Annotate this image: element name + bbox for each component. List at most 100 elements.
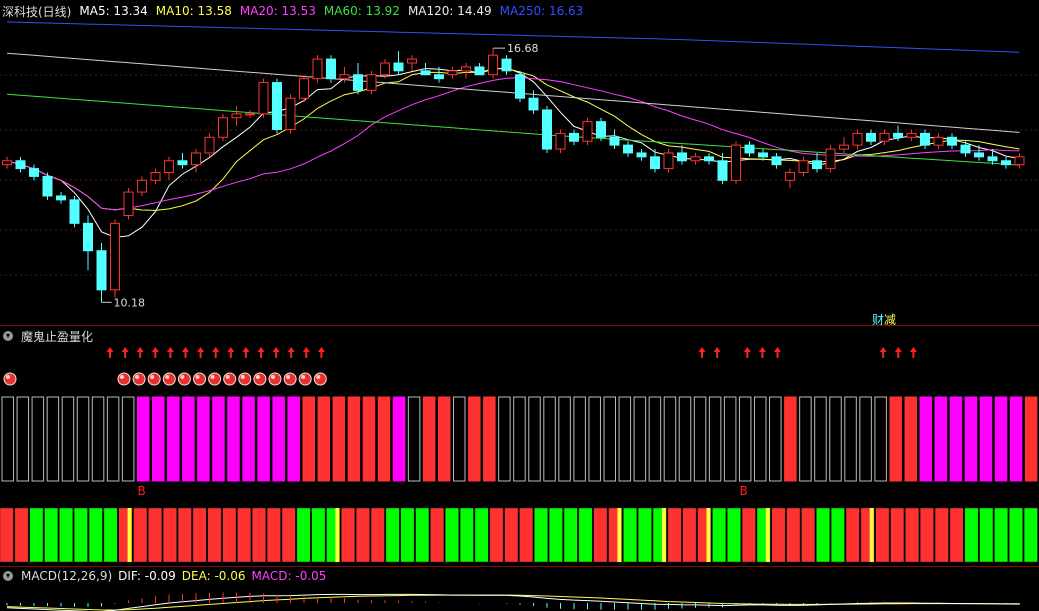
candle-body bbox=[164, 160, 174, 173]
volume-signal-bar bbox=[207, 507, 222, 563]
signal-ball-highlight bbox=[180, 375, 185, 379]
indicator-bar bbox=[603, 396, 616, 482]
volume-signal-bar bbox=[430, 507, 445, 563]
signal-ball-icon bbox=[147, 372, 161, 386]
volume-signal-bar bbox=[133, 507, 148, 563]
indicator-bar bbox=[964, 396, 978, 482]
volume-signal-bar bbox=[192, 507, 207, 563]
indicator-bar bbox=[618, 396, 632, 482]
candle-body bbox=[434, 74, 444, 80]
indicator-bar bbox=[91, 396, 105, 482]
candle-body bbox=[15, 160, 26, 170]
indicator-bar bbox=[392, 396, 406, 482]
volume-signal-bar bbox=[504, 507, 519, 563]
candle-body bbox=[663, 152, 674, 170]
indicator-bar bbox=[754, 396, 767, 482]
volume-signal-bar bbox=[222, 507, 237, 563]
indicator-highlight-stripe bbox=[617, 508, 622, 562]
volume-signal-bar bbox=[578, 507, 593, 563]
up-arrow-icon bbox=[713, 347, 721, 358]
volume-signal-bar bbox=[237, 507, 252, 563]
candle-body bbox=[123, 191, 134, 217]
ma60-label: MA60: 13.92 bbox=[323, 4, 400, 18]
candle-body bbox=[42, 175, 53, 197]
indicator-bar bbox=[182, 396, 195, 482]
candle-body bbox=[623, 144, 633, 154]
collapse-icon[interactable]: ▾ bbox=[3, 331, 13, 341]
up-arrow-icon bbox=[302, 347, 310, 358]
up-arrow-icon bbox=[197, 347, 205, 358]
high-price-label: 16.68 bbox=[507, 42, 539, 55]
candle-body bbox=[447, 70, 458, 76]
up-arrow-icon bbox=[909, 347, 917, 358]
candle-body bbox=[272, 82, 282, 130]
indicator-bar bbox=[136, 396, 150, 482]
up-arrow-icon bbox=[774, 347, 781, 358]
indicator-bar bbox=[889, 396, 902, 482]
volume-signal-bar bbox=[623, 507, 637, 563]
signal-ball-icon bbox=[193, 372, 206, 386]
signal-ball-icon bbox=[298, 372, 312, 386]
indicator-bar bbox=[678, 396, 692, 482]
signal-ball-highlight bbox=[120, 375, 124, 379]
volume-signal-bar bbox=[519, 507, 534, 563]
volume-signal-bar bbox=[415, 507, 430, 563]
collapse-icon[interactable]: ▾ bbox=[3, 571, 13, 581]
indicator-bar bbox=[227, 396, 240, 482]
indicator-bar bbox=[362, 396, 376, 482]
macd-value: MACD: -0.05 bbox=[251, 569, 327, 583]
volume-signal-bar bbox=[875, 507, 890, 563]
candle-body bbox=[299, 78, 309, 99]
candle-body bbox=[407, 58, 417, 64]
candle-body bbox=[380, 62, 390, 76]
candle-body bbox=[825, 148, 836, 170]
volume-signal-bar bbox=[682, 507, 697, 563]
candle-body bbox=[758, 152, 768, 158]
indicator-bar bbox=[513, 396, 526, 482]
indicator-highlight-stripe bbox=[765, 508, 770, 562]
volume-signal-bar bbox=[266, 507, 281, 563]
macd-chart[interactable] bbox=[0, 585, 1039, 611]
candle-body bbox=[353, 74, 363, 91]
volume-signal-bar bbox=[14, 507, 29, 563]
volume-signal-bar bbox=[949, 507, 964, 563]
volume-signal-bar bbox=[830, 507, 845, 563]
signal-ball-highlight bbox=[195, 375, 200, 379]
candlestick-chart[interactable]: 16.68 10.18 bbox=[0, 20, 1039, 325]
indicator-bar bbox=[347, 396, 361, 482]
candle-body bbox=[204, 136, 215, 154]
up-arrow-icon bbox=[227, 347, 235, 358]
indicator-bar bbox=[874, 396, 887, 482]
indicator-bar bbox=[483, 396, 496, 482]
indicator-bar bbox=[317, 396, 331, 482]
indicator-bar bbox=[558, 396, 571, 482]
candle-body bbox=[258, 82, 269, 115]
signal-ball-highlight bbox=[150, 375, 155, 379]
volume-signal-bar bbox=[311, 507, 326, 563]
volume-signal-bar bbox=[148, 507, 163, 563]
indicator-bar bbox=[453, 396, 466, 482]
candle-body bbox=[474, 66, 485, 76]
candle-body bbox=[650, 156, 660, 170]
candle-body bbox=[218, 117, 228, 138]
candle-body bbox=[461, 66, 471, 72]
indicator-bar bbox=[979, 396, 993, 482]
up-arrow-icon bbox=[166, 347, 174, 358]
up-arrow-icon bbox=[758, 347, 766, 358]
indicator-bar bbox=[949, 396, 963, 482]
candle-body bbox=[596, 121, 606, 138]
indicator-chart[interactable]: BB bbox=[0, 341, 1039, 576]
indicator-bar bbox=[663, 396, 677, 482]
macd-label[interactable]: MACD(12,26,9) bbox=[21, 569, 112, 583]
up-arrow-icon bbox=[317, 347, 325, 358]
indicator-bar bbox=[769, 396, 782, 482]
candle-body bbox=[839, 144, 849, 150]
volume-signal-bar bbox=[103, 507, 118, 563]
indicator-bar bbox=[1009, 396, 1023, 482]
candle-body bbox=[542, 109, 552, 150]
candle-body bbox=[677, 152, 687, 162]
buy-signal-mark: B bbox=[739, 484, 747, 498]
signal-ball-highlight bbox=[210, 375, 215, 379]
candle-body bbox=[69, 199, 80, 224]
volume-signal-bar bbox=[370, 507, 385, 563]
